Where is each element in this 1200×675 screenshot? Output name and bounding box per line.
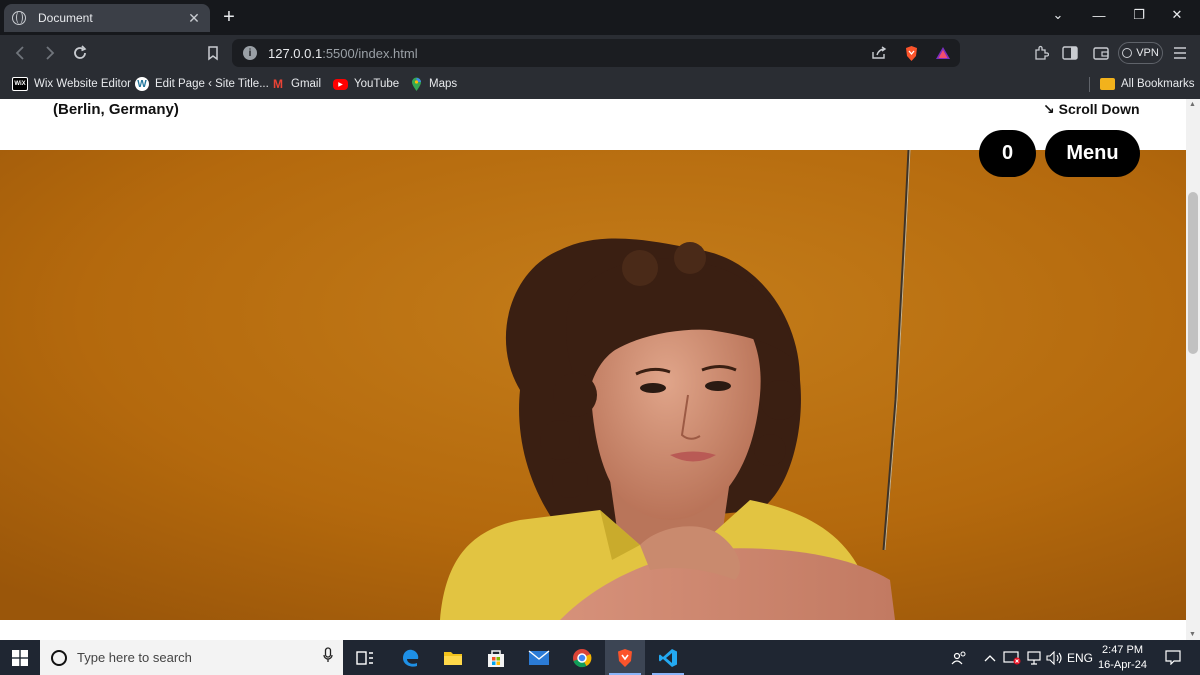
address-bar[interactable]: i 127.0.0.1:5500/index.html xyxy=(232,39,960,67)
back-arrow-icon[interactable] xyxy=(8,41,32,65)
extensions-icon[interactable] xyxy=(1029,41,1053,65)
scroll-down-icon[interactable]: ▼ xyxy=(1189,631,1196,638)
scroll-down-link[interactable]: ↘ Scroll Down xyxy=(1043,101,1140,118)
page-viewport: (Berlin, Germany) ↘ Scroll Down 0 Menu xyxy=(0,99,1186,640)
location-text: (Berlin, Germany) xyxy=(53,101,179,118)
edge-icon[interactable] xyxy=(390,640,430,675)
site-info-icon[interactable]: i xyxy=(243,46,257,60)
menu-button[interactable]: Menu xyxy=(1045,130,1140,177)
wix-icon: WiX xyxy=(12,77,28,91)
all-bookmarks-button[interactable]: All Bookmarks xyxy=(1100,75,1195,93)
youtube-icon: ▶ xyxy=(333,78,348,90)
tab-document[interactable]: Document ✕ xyxy=(4,4,210,32)
folder-icon xyxy=(1100,78,1115,90)
start-button[interactable] xyxy=(0,640,40,675)
globe-icon xyxy=(12,11,26,25)
bookmark-gmail[interactable]: M Gmail xyxy=(271,75,321,93)
language-indicator[interactable]: ENG xyxy=(1066,640,1094,675)
brave-browser-icon[interactable] xyxy=(605,640,645,675)
bookmark-label: Maps xyxy=(429,78,458,90)
all-bookmarks-label: All Bookmarks xyxy=(1121,78,1195,90)
bookmark-wordpress[interactable]: W Edit Page ‹ Site Title... xyxy=(135,75,269,93)
bookmark-maps[interactable]: Maps xyxy=(409,75,457,93)
volume-icon[interactable] xyxy=(1045,640,1065,675)
search-icon xyxy=(51,649,67,666)
bookmark-icon[interactable] xyxy=(201,41,225,65)
windows-icon xyxy=(12,649,28,666)
browser-menu-icon[interactable] xyxy=(1168,41,1192,65)
screen: Document ✕ + ⌄ — ❐ ✕ i 127.0.0.1:5500/in… xyxy=(0,0,1200,675)
chrome-icon[interactable] xyxy=(562,640,602,675)
scroll-up-icon[interactable]: ▲ xyxy=(1189,101,1196,108)
bookmark-label: YouTube xyxy=(354,78,400,90)
network-icon[interactable] xyxy=(1024,640,1044,675)
microphone-icon[interactable] xyxy=(323,647,333,668)
forward-arrow-icon[interactable] xyxy=(38,41,62,65)
scrollbar-thumb[interactable] xyxy=(1188,192,1198,354)
vscode-icon[interactable] xyxy=(648,640,688,675)
bookmark-label: Wix Website Editor xyxy=(34,78,131,90)
page-scrollbar[interactable]: ▲ ▼ xyxy=(1186,99,1200,640)
taskbar-search[interactable]: Type here to search xyxy=(40,640,343,675)
cart-count-button[interactable]: 0 xyxy=(979,130,1036,177)
bookmark-label: Edit Page ‹ Site Title... xyxy=(155,78,269,90)
bookmark-youtube[interactable]: ▶ YouTube xyxy=(333,75,399,93)
bookmarks-divider xyxy=(1089,77,1090,92)
security-warning-icon[interactable] xyxy=(1002,640,1022,675)
brave-rewards-icon[interactable] xyxy=(934,44,952,62)
bookmarks-bar: WiX Wix Website Editor W Edit Page ‹ Sit… xyxy=(0,70,1200,99)
vpn-icon xyxy=(1122,48,1133,58)
reload-icon[interactable] xyxy=(68,41,92,65)
share-icon[interactable] xyxy=(870,44,888,62)
vpn-label: VPN xyxy=(1136,47,1159,59)
new-tab-button[interactable]: + xyxy=(220,6,238,28)
tab-close-icon[interactable]: ✕ xyxy=(186,10,202,27)
tab-strip: Document ✕ + ⌄ — ❐ ✕ xyxy=(0,0,1200,35)
wallet-icon[interactable] xyxy=(1089,41,1113,65)
show-hidden-icons-icon[interactable] xyxy=(982,640,998,675)
bookmark-wix[interactable]: WiX Wix Website Editor xyxy=(12,75,131,93)
tab-search-button[interactable]: ⌄ xyxy=(1035,0,1081,30)
bookmark-label: Gmail xyxy=(291,78,322,90)
system-clock[interactable]: 2:47 PM 16-Apr-24 xyxy=(1095,643,1150,673)
gmail-icon: M xyxy=(273,77,283,91)
windows-taskbar: Type here to search ENG 2:47 PM 16-Apr-2… xyxy=(0,640,1200,675)
url-text: 127.0.0.1:5500/index.html xyxy=(268,45,418,61)
notifications-icon[interactable] xyxy=(1160,640,1186,675)
microsoft-store-icon[interactable] xyxy=(476,640,516,675)
clock-time: 2:47 PM xyxy=(1102,644,1143,656)
vpn-button[interactable]: VPN xyxy=(1118,42,1163,64)
task-view-icon[interactable] xyxy=(345,640,385,675)
hero-image xyxy=(0,150,1186,620)
close-window-button[interactable]: ✕ xyxy=(1154,0,1200,30)
tab-title: Document xyxy=(38,11,93,25)
clock-date: 16-Apr-24 xyxy=(1098,659,1147,671)
people-icon[interactable] xyxy=(948,640,970,675)
search-placeholder: Type here to search xyxy=(77,650,192,665)
sidebar-icon[interactable] xyxy=(1058,41,1082,65)
mail-icon[interactable] xyxy=(519,640,559,675)
wordpress-icon: W xyxy=(135,77,149,91)
maps-icon xyxy=(409,77,423,91)
brave-shields-icon[interactable] xyxy=(902,44,920,62)
file-explorer-icon[interactable] xyxy=(433,640,473,675)
